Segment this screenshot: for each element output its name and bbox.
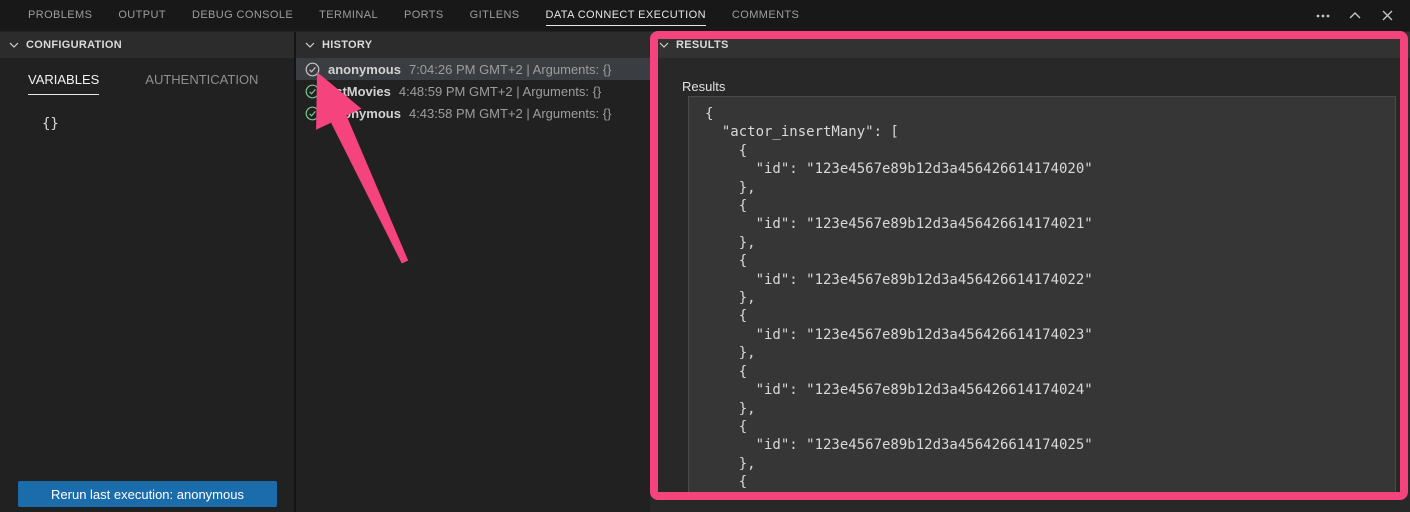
- history-item-name: anonymous: [328, 62, 401, 77]
- panel-tabbar: PROBLEMS OUTPUT DEBUG CONSOLE TERMINAL PORTS…: [0, 0, 1410, 32]
- tab-terminal[interactable]: TERMINAL: [319, 5, 378, 26]
- history-panel: HISTORY anonymous 7:04:26 PM GMT+2 | Argu…: [296, 32, 650, 512]
- check-circle-icon: [305, 62, 320, 77]
- history-item-name: anonymous: [328, 106, 401, 121]
- results-label: Results: [682, 79, 1410, 94]
- chevron-down-icon: [659, 42, 669, 48]
- config-tab-variables[interactable]: VARIABLES: [28, 72, 99, 95]
- chevron-down-icon: [9, 42, 19, 48]
- history-item[interactable]: anonymous 4:43:58 PM GMT+2 | Arguments: {…: [296, 102, 650, 124]
- check-circle-icon: [305, 106, 320, 121]
- history-item-meta: 4:48:59 PM GMT+2 | Arguments: {}: [399, 84, 601, 99]
- panel-tabs: PROBLEMS OUTPUT DEBUG CONSOLE TERMINAL PORTS…: [28, 5, 799, 26]
- configuration-panel: CONFIGURATION VARIABLES AUTHENTICATION {}…: [0, 32, 296, 512]
- more-actions-icon[interactable]: [1314, 7, 1332, 25]
- history-header[interactable]: HISTORY: [296, 32, 650, 58]
- maximize-panel-icon[interactable]: [1346, 7, 1364, 25]
- history-item[interactable]: listMovies 4:48:59 PM GMT+2 | Arguments: …: [296, 80, 650, 102]
- results-header[interactable]: RESULTS: [650, 32, 1410, 58]
- config-tab-authentication[interactable]: AUTHENTICATION: [145, 72, 258, 95]
- history-item-name: listMovies: [328, 84, 391, 99]
- chevron-down-icon: [305, 42, 315, 48]
- configuration-header[interactable]: CONFIGURATION: [0, 32, 294, 58]
- history-item[interactable]: anonymous 7:04:26 PM GMT+2 | Arguments: {…: [296, 58, 650, 80]
- history-title: HISTORY: [322, 39, 372, 51]
- tab-output[interactable]: OUTPUT: [118, 5, 166, 26]
- tab-ports[interactable]: PORTS: [404, 5, 444, 26]
- rerun-button[interactable]: Rerun last execution: anonymous: [18, 481, 277, 507]
- history-item-meta: 7:04:26 PM GMT+2 | Arguments: {}: [409, 62, 611, 77]
- tab-problems[interactable]: PROBLEMS: [28, 5, 92, 26]
- configuration-title: CONFIGURATION: [26, 39, 122, 51]
- tab-gitlens[interactable]: GITLENS: [470, 5, 520, 26]
- tab-data-connect-execution[interactable]: DATA CONNECT EXECUTION: [546, 5, 706, 26]
- panel-body: CONFIGURATION VARIABLES AUTHENTICATION {}…: [0, 32, 1410, 512]
- configuration-tabs: VARIABLES AUTHENTICATION: [28, 72, 294, 95]
- check-circle-icon: [305, 84, 320, 99]
- results-panel: RESULTS Results { "actor_insertMany": [ …: [650, 32, 1410, 512]
- history-item-meta: 4:43:58 PM GMT+2 | Arguments: {}: [409, 106, 611, 121]
- bottom-panel: PROBLEMS OUTPUT DEBUG CONSOLE TERMINAL PORTS…: [0, 0, 1410, 512]
- tab-comments[interactable]: COMMENTS: [732, 5, 799, 26]
- results-title: RESULTS: [676, 39, 729, 51]
- variables-editor[interactable]: {}: [42, 116, 294, 132]
- tab-debug-console[interactable]: DEBUG CONSOLE: [192, 5, 293, 26]
- results-json-output[interactable]: { "actor_insertMany": [ { "id": "123e456…: [688, 96, 1396, 498]
- close-panel-icon[interactable]: [1378, 7, 1396, 25]
- history-list: anonymous 7:04:26 PM GMT+2 | Arguments: {…: [296, 58, 650, 124]
- panel-actions: [1314, 7, 1396, 25]
